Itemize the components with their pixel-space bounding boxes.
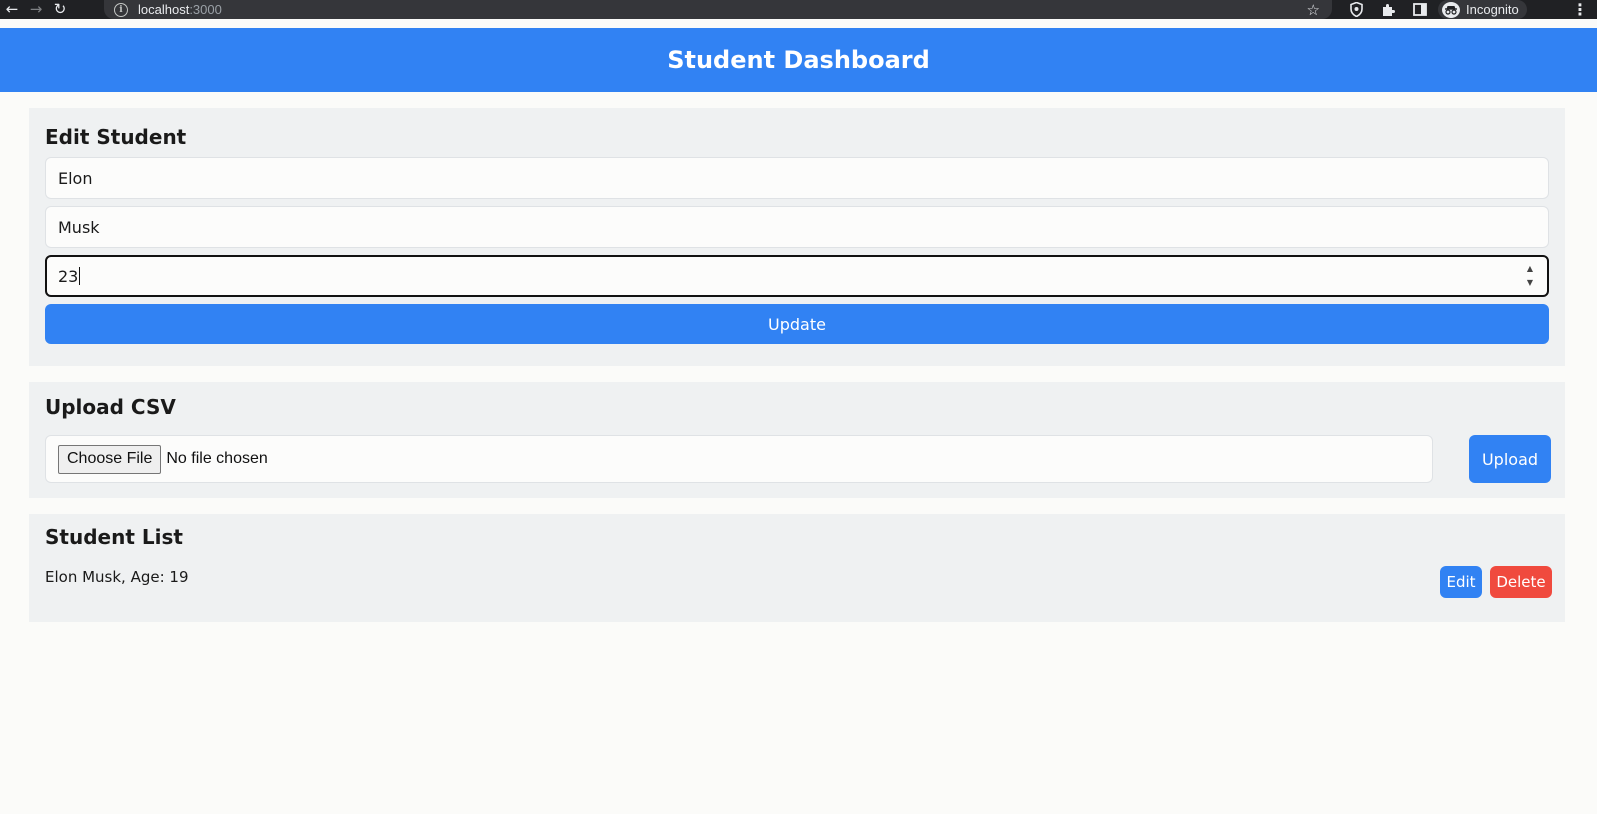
csv-file-input[interactable]: Choose File No file chosen <box>45 435 1433 483</box>
student-list-panel: Student List Elon Musk, Age: 19 Edit Del… <box>29 514 1565 622</box>
app-header: Student Dashboard <box>0 28 1597 92</box>
student-list-title: Student List <box>45 525 183 549</box>
stepper-down-icon[interactable]: ▼ <box>1527 278 1533 288</box>
incognito-profile-button[interactable]: Incognito <box>1438 0 1527 19</box>
edit-student-button[interactable]: Edit <box>1440 566 1482 598</box>
upload-csv-panel: Upload CSV Choose File No file chosen Up… <box>29 382 1565 498</box>
last-name-value: Musk <box>58 217 100 237</box>
url-port: :3000 <box>189 2 222 17</box>
upload-csv-title: Upload CSV <box>45 395 176 419</box>
shield-icon[interactable] <box>1340 0 1372 19</box>
first-name-value: Elon <box>58 168 93 188</box>
stepper-up-icon[interactable]: ▲ <box>1527 264 1533 274</box>
first-name-input[interactable]: Elon <box>45 157 1549 199</box>
star-icon[interactable]: ☆ <box>1307 0 1320 19</box>
upload-button[interactable]: Upload <box>1469 435 1551 483</box>
student-list-item: Elon Musk, Age: 19 <box>45 568 189 586</box>
edit-student-panel: Edit Student Elon Musk 23 ▲ ▼ Update <box>29 108 1565 366</box>
file-status-text: No file chosen <box>166 450 268 467</box>
back-icon[interactable]: ← <box>0 0 24 19</box>
age-input[interactable]: 23 ▲ ▼ <box>45 255 1549 297</box>
forward-icon[interactable]: → <box>24 0 48 19</box>
last-name-input[interactable]: Musk <box>45 206 1549 248</box>
delete-student-button[interactable]: Delete <box>1490 566 1552 598</box>
side-panel-icon[interactable] <box>1404 0 1436 19</box>
browser-actions: Incognito <box>1340 0 1527 19</box>
address-url[interactable]: localhost:3000 <box>138 2 222 17</box>
reload-icon[interactable]: ↻ <box>48 0 72 19</box>
kebab-menu-icon[interactable]: ⋮ <box>1572 0 1588 19</box>
url-host: localhost <box>138 2 190 17</box>
update-button[interactable]: Update <box>45 304 1549 344</box>
puzzle-icon[interactable] <box>1372 0 1404 19</box>
age-stepper[interactable]: ▲ ▼ <box>1523 264 1537 288</box>
incognito-icon <box>1442 1 1460 18</box>
address-bar[interactable]: i localhost:3000 ☆ <box>104 0 1332 19</box>
info-icon[interactable]: i <box>114 2 128 17</box>
page-title: Student Dashboard <box>667 46 930 74</box>
choose-file-button[interactable]: Choose File <box>58 444 162 474</box>
text-caret <box>79 267 81 285</box>
edit-student-title: Edit Student <box>45 125 187 149</box>
incognito-label: Incognito <box>1466 2 1519 17</box>
age-value: 23 <box>58 266 79 286</box>
